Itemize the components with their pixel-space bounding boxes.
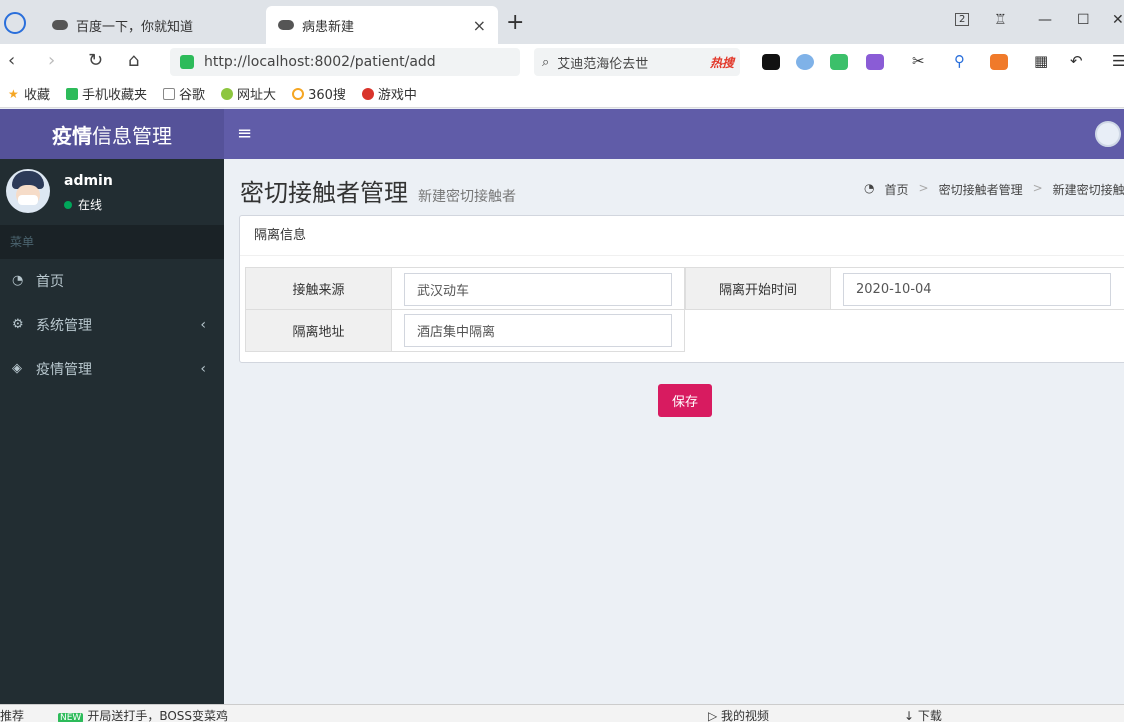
sidebar-item-home[interactable]: ◔ 首页	[0, 259, 224, 303]
box-title: 隔离信息	[240, 216, 1124, 256]
cube-icon: ◈	[12, 361, 22, 376]
chevron-left-icon: ‹	[200, 317, 206, 333]
start-time-input[interactable]: 2020-10-04	[843, 273, 1111, 306]
browser-search-input[interactable]: ⌕ 艾迪范海伦去世 热搜	[534, 48, 740, 76]
bookmark-item[interactable]: 网址大	[221, 84, 276, 103]
avatar[interactable]	[1095, 121, 1121, 147]
sidebar-item-epidemic[interactable]: ◈ 疫情管理 ‹	[0, 347, 224, 391]
undo-icon[interactable]: ↶	[1070, 52, 1088, 70]
page-title: 密切接触者管理 新建密切接触者	[240, 179, 516, 207]
page-icon	[163, 87, 176, 100]
bookmark-item[interactable]: 手机收藏夹	[66, 84, 147, 103]
breadcrumb-home[interactable]: 首页	[884, 181, 908, 198]
tab-patient-add[interactable]: 病患新建 ×	[266, 6, 498, 44]
online-dot-icon	[64, 200, 72, 209]
search-icon: ⌕	[542, 54, 550, 70]
forward-icon[interactable]: ›	[48, 50, 55, 71]
scissors-icon[interactable]: ✂	[912, 52, 930, 70]
360-icon	[292, 87, 305, 100]
app-logo[interactable]: 疫情 信息管理	[0, 109, 224, 159]
magnifier-icon[interactable]: ⚲	[954, 52, 972, 70]
sidebar-item-system[interactable]: ⚙ 系统管理 ‹	[0, 303, 224, 347]
user-name: admin	[64, 173, 113, 189]
tab-label: 病患新建	[302, 19, 355, 35]
bookmark-item[interactable]: 谷歌	[163, 84, 205, 103]
tab-count-badge[interactable]: 2	[955, 13, 970, 26]
mask-icon	[52, 20, 68, 30]
site-icon	[221, 87, 234, 100]
dashboard-icon: ◔	[12, 273, 24, 288]
address-bar: ‹ › ↻ ⌂ http://localhost:8002/patient/ad…	[0, 44, 1124, 80]
save-button[interactable]: 保存	[658, 384, 712, 417]
phone-icon	[66, 87, 79, 100]
start-time-label: 隔离开始时间	[685, 267, 831, 310]
bookmarks-bar: ★ 收藏 手机收藏夹 谷歌 网址大 360搜 游戏中	[0, 80, 1124, 108]
app-header: 疫情 信息管理 ≡	[0, 109, 1124, 159]
home-icon[interactable]: ⌂	[128, 50, 139, 71]
sidebar: admin 在线 菜单 ◔ 首页 ⚙ 系统管理 ‹ ◈ 疫情管理 ‹	[0, 159, 224, 704]
tab-label: 百度一下，你就知道	[76, 19, 194, 35]
search-text: 艾迪范海伦去世	[557, 56, 649, 72]
translate-icon[interactable]	[866, 54, 884, 70]
breadcrumb-contacts[interactable]: 密切接触者管理	[939, 181, 1023, 198]
status-recommend[interactable]: 推荐	[0, 707, 24, 722]
user-panel: admin 在线	[0, 159, 224, 225]
user-status: 在线	[64, 196, 102, 213]
bookmark-item[interactable]: 游戏中	[361, 84, 417, 103]
close-icon[interactable]: ×	[473, 16, 486, 35]
status-download[interactable]: ↓ 下载	[904, 707, 942, 722]
menu-header: 菜单	[0, 225, 224, 259]
main-content: 密切接触者管理 新建密切接触者 ◔ 首页 > 密切接触者管理 > 新建密切接触者…	[224, 159, 1124, 704]
gears-icon: ⚙	[12, 317, 24, 332]
mask-icon	[278, 20, 294, 30]
reload-icon[interactable]: ↻	[88, 50, 103, 71]
maximize-icon[interactable]: ☐	[1077, 12, 1090, 28]
browser-tab-bar: 百度一下，你就知道 病患新建 × + 2 ♖ — ☐ ✕	[0, 0, 1124, 44]
security-shield-icon	[180, 55, 194, 69]
dashboard-icon: ◔	[864, 181, 875, 195]
extension-icon[interactable]	[830, 54, 848, 70]
window-close-icon[interactable]: ✕	[1112, 12, 1124, 28]
new-badge: NEW	[58, 713, 84, 722]
bookmark-item[interactable]: 360搜	[292, 84, 346, 103]
url-input[interactable]: http://localhost:8002/patient/add	[170, 48, 520, 76]
breadcrumb-current: 新建密切接触者	[1052, 183, 1124, 197]
extension-icon[interactable]	[796, 54, 814, 70]
gamepad-icon[interactable]	[990, 54, 1008, 70]
shirt-icon[interactable]: ♖	[994, 12, 1007, 28]
extension-icon[interactable]	[762, 54, 780, 70]
status-video[interactable]: ▷ 我的视频	[708, 707, 769, 722]
star-icon: ★	[8, 86, 19, 101]
chevron-left-icon: ‹	[200, 361, 206, 377]
breadcrumb: ◔ 首页 > 密切接触者管理 > 新建密切接触者	[864, 181, 1124, 198]
status-news[interactable]: NEW 开局送打手，BOSS变菜鸡	[58, 707, 228, 722]
avatar	[6, 169, 50, 213]
hot-search-badge[interactable]: 热搜	[710, 54, 734, 71]
menu-icon[interactable]: ☰	[1112, 52, 1124, 70]
status-bar: 推荐 NEW 开局送打手，BOSS变菜鸡 ▷ 我的视频 ↓ 下载	[0, 704, 1124, 722]
browser-logo-icon	[4, 12, 26, 34]
address-input[interactable]: 酒店集中隔离	[404, 314, 672, 347]
address-label: 隔离地址	[245, 309, 392, 352]
back-icon[interactable]: ‹	[8, 50, 15, 71]
bookmark-item[interactable]: ★ 收藏	[8, 84, 50, 104]
minimize-icon[interactable]: —	[1038, 12, 1052, 28]
hamburger-icon[interactable]: ≡	[237, 123, 252, 144]
source-input[interactable]: 武汉动车	[404, 273, 672, 306]
grid-icon[interactable]: ▦	[1034, 52, 1052, 70]
source-label: 接触来源	[245, 267, 392, 310]
tab-baidu[interactable]: 百度一下，你就知道	[40, 6, 265, 44]
page-subtitle: 新建密切接触者	[418, 189, 516, 205]
url-text: http://localhost:8002/patient/add	[204, 54, 436, 70]
game-icon	[361, 87, 374, 100]
new-tab-button[interactable]: +	[506, 10, 524, 35]
isolation-info-box: 隔离信息 接触来源 武汉动车 隔离开始时间 2020-10-04 隔离地址 酒店…	[239, 215, 1124, 363]
